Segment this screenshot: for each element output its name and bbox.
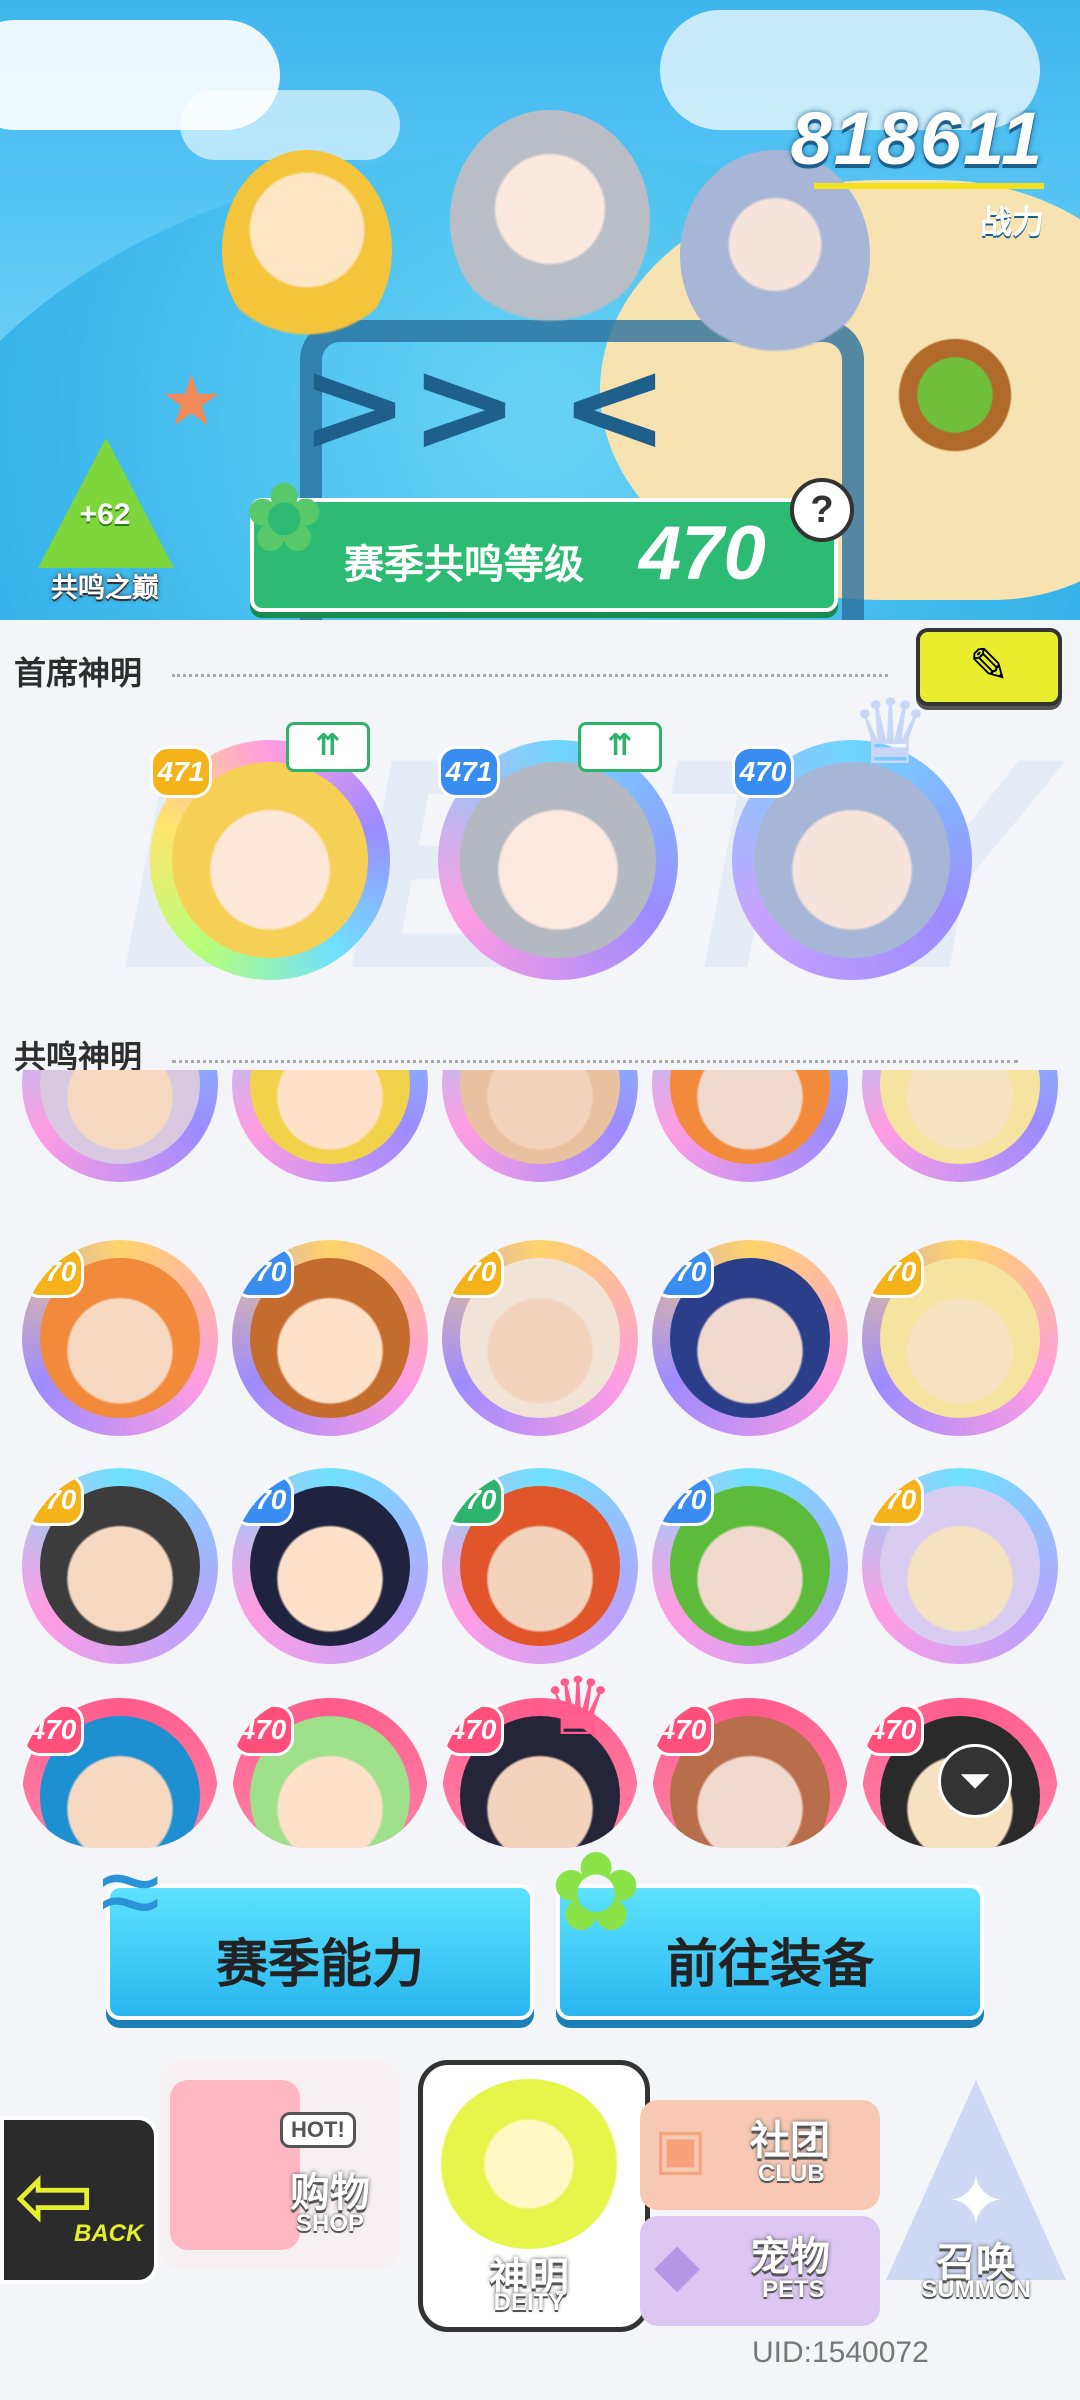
resonance-deity[interactable]: 470 (232, 1468, 428, 1668)
nav-deity[interactable]: 神明 DEITY (418, 2060, 650, 2332)
hot-badge: HOT! (280, 2112, 356, 2148)
shop-label-en: SHOP (296, 2210, 365, 2237)
combat-power: 818611 战力 (791, 96, 1044, 243)
level-badge: 470 (22, 1704, 84, 1756)
resonance-deity[interactable]: 470 (22, 1240, 218, 1440)
level-badge: 470 (232, 1246, 294, 1298)
resonance-deity[interactable]: 470 (22, 1468, 218, 1668)
back-button[interactable]: ⇦ BACK (0, 2116, 158, 2284)
starfish-icon: ★ (160, 362, 223, 440)
level-badge: 470 (442, 1246, 504, 1298)
arrow-right-mark: > (410, 330, 519, 482)
season-level-bar[interactable]: ✿ 赛季共鸣等级 470 (244, 465, 838, 612)
club-label: 社团 (750, 2119, 830, 2163)
level-badge: 470 (442, 1704, 504, 1756)
peak-label: 共鸣之巅 (51, 573, 159, 603)
featured-deity-2[interactable]: 471 (438, 740, 678, 980)
resonance-deity[interactable]: 470 (652, 1468, 848, 1668)
divider (172, 674, 888, 677)
filter-icon[interactable]: ⏷ (938, 1744, 1012, 1818)
resonance-deity[interactable]: 470 (862, 1240, 1058, 1440)
resonance-deity[interactable] (232, 1070, 428, 1182)
resonance-deity[interactable]: 470 (232, 1240, 428, 1440)
vending-machine-icon (170, 2080, 300, 2250)
resonance-deity[interactable] (652, 1070, 848, 1182)
resonance-deity[interactable]: 470 (442, 1240, 638, 1440)
featured-deity-1[interactable]: 471 (150, 740, 390, 980)
power-value: 818611 (790, 97, 1044, 180)
season-level-value: 470 (639, 511, 766, 596)
level-badge: 470 (862, 1474, 924, 1526)
resonance-deity[interactable] (442, 1070, 638, 1182)
level-badge: 470 (652, 1474, 714, 1526)
arrow-left-mark: < (560, 330, 669, 482)
season-level-label: 赛季共鸣等级 (344, 543, 584, 587)
go-equipment-button[interactable]: ✿ 前往装备 (550, 1831, 984, 2020)
level-badge: 471 (150, 746, 212, 798)
level-badge: 470 (232, 1704, 294, 1756)
level-badge: 470 (862, 1246, 924, 1298)
level-badge: 471 (438, 746, 500, 798)
help-icon[interactable]: ? (790, 478, 854, 542)
nav-pets[interactable]: ◆ 宠物 PETS (640, 2216, 880, 2326)
pets-label-en: PETS (762, 2276, 825, 2303)
go-equipment-label: 前往装备 (665, 1936, 874, 1994)
pencil-icon: ✎ (968, 640, 1010, 693)
peak-bonus: +62 (79, 498, 131, 531)
resonance-deity[interactable]: 470 (442, 1468, 638, 1668)
resonance-peak-badge[interactable]: +62 共鸣之巅 (30, 438, 180, 610)
resonance-deity[interactable]: 470 (862, 1468, 1058, 1668)
crown-icon: ♛ (542, 1662, 614, 1751)
nav-club[interactable]: ▣ 社团 CLUB (640, 2100, 880, 2210)
chibi-character-silver (450, 110, 650, 330)
user-id: UID:1540072 (752, 2336, 929, 2369)
resonance-deity[interactable]: 470 (232, 1698, 428, 1848)
edit-button[interactable]: ✎ (916, 628, 1062, 706)
season-ability-button[interactable]: ≈ 赛季能力 (100, 1830, 534, 2020)
deity-character-icon (439, 2079, 619, 2249)
fish-icon: ◆ (654, 2231, 701, 2298)
level-badge: 470 (232, 1474, 294, 1526)
back-label: BACK (74, 2220, 144, 2247)
level-badge: 470 (22, 1246, 84, 1298)
featured-deities-title: 首席神明 (14, 655, 143, 691)
level-badge: 470 (652, 1704, 714, 1756)
pets-label: 宠物 (750, 2235, 830, 2279)
power-label: 战力 (979, 204, 1044, 240)
deity-label-en: DEITY (493, 2289, 565, 2316)
resonance-deity[interactable]: 470 (22, 1698, 218, 1848)
level-badge: 470 (652, 1246, 714, 1298)
power-underline (814, 183, 1044, 189)
palm-leaf-icon: ✿ (244, 465, 325, 572)
level-badge: 470 (22, 1474, 84, 1526)
upgrade-arrows-icon: ⇈ (578, 722, 662, 772)
level-badge: 470 (732, 746, 794, 798)
chibi-character-blonde (222, 150, 392, 350)
level-badge: 470 (862, 1704, 924, 1756)
resonance-deity[interactable]: 470 (652, 1240, 848, 1440)
resonance-deity[interactable] (862, 1070, 1058, 1182)
season-ability-label: 赛季能力 (215, 1936, 424, 1994)
divider (172, 1060, 1018, 1063)
resonance-deity[interactable]: 470 (652, 1698, 848, 1848)
arrow-right-mark: > (300, 330, 409, 482)
nav-shop[interactable]: HOT! 购物 SHOP (160, 2060, 400, 2270)
palm-tree-icon (890, 330, 1020, 460)
club-label-en: CLUB (758, 2160, 825, 2187)
crown-icon: ♛ (850, 683, 931, 783)
briefcase-icon: ▣ (654, 2117, 707, 2180)
resonance-deity[interactable] (22, 1070, 218, 1182)
upgrade-arrows-icon: ⇈ (286, 722, 370, 772)
summon-label-en: SUMMON (921, 2276, 1031, 2303)
nav-summon[interactable]: ✦ 召唤 SUMMON (876, 2080, 1076, 2310)
level-badge: 470 (442, 1474, 504, 1526)
